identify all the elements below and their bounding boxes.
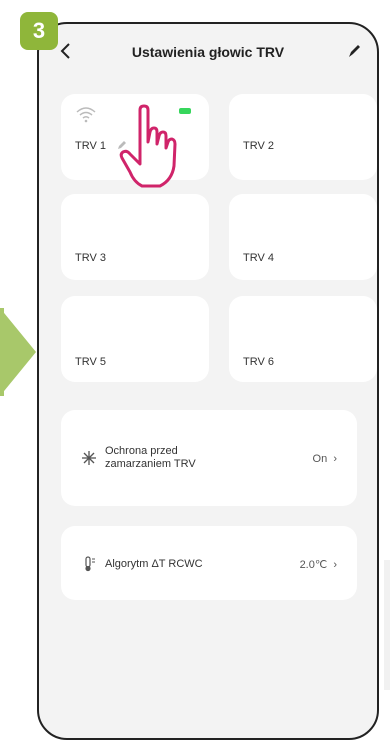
- decorative-edge: [384, 560, 390, 690]
- tile-label: TRV 4: [243, 252, 274, 264]
- algorithm-label: Algorytm ΔT RCWC: [105, 558, 203, 570]
- battery-icon: [179, 108, 191, 114]
- wifi-icon: [76, 107, 96, 123]
- page-title: Ustawienia głowic TRV: [131, 44, 285, 60]
- edit-pencil-icon[interactable]: [345, 42, 363, 60]
- tap-hand-icon: [119, 104, 177, 188]
- tile-label: TRV 2: [243, 140, 274, 152]
- frost-protection-value: On ›: [312, 453, 337, 465]
- trv-tile-4[interactable]: TRV 4: [229, 194, 377, 280]
- algorithm-value: 2.0℃ ›: [299, 559, 337, 571]
- tile-label: TRV 5: [75, 356, 106, 368]
- frost-protection-label-line1: Ochrona przed: [105, 445, 178, 457]
- back-arrow-icon[interactable]: [59, 42, 73, 60]
- trv-tile-3[interactable]: TRV 3: [61, 194, 209, 280]
- arrow-right-decoration: [0, 308, 36, 396]
- step-badge: 3: [20, 12, 58, 50]
- snowflake-icon: [82, 451, 96, 465]
- phone-frame: Ustawienia głowic TRV TRV 1 TRV 2 TRV 3 …: [37, 22, 379, 740]
- tile-label: TRV 6: [243, 356, 274, 368]
- frost-protection-row[interactable]: Ochrona przed zamarzaniem TRV On ›: [61, 410, 357, 506]
- thermometer-icon: [85, 556, 95, 572]
- app-header: Ustawienia głowic TRV: [39, 24, 377, 80]
- trv-tile-2[interactable]: TRV 2: [229, 94, 377, 180]
- trv-tile-5[interactable]: TRV 5: [61, 296, 209, 382]
- tile-label: TRV 3: [75, 252, 106, 264]
- frost-protection-label-line2: zamarzaniem TRV: [105, 458, 196, 470]
- tile-label: TRV 1: [75, 140, 106, 152]
- algorithm-row[interactable]: Algorytm ΔT RCWC 2.0℃ ›: [61, 526, 357, 600]
- trv-tile-6[interactable]: TRV 6: [229, 296, 377, 382]
